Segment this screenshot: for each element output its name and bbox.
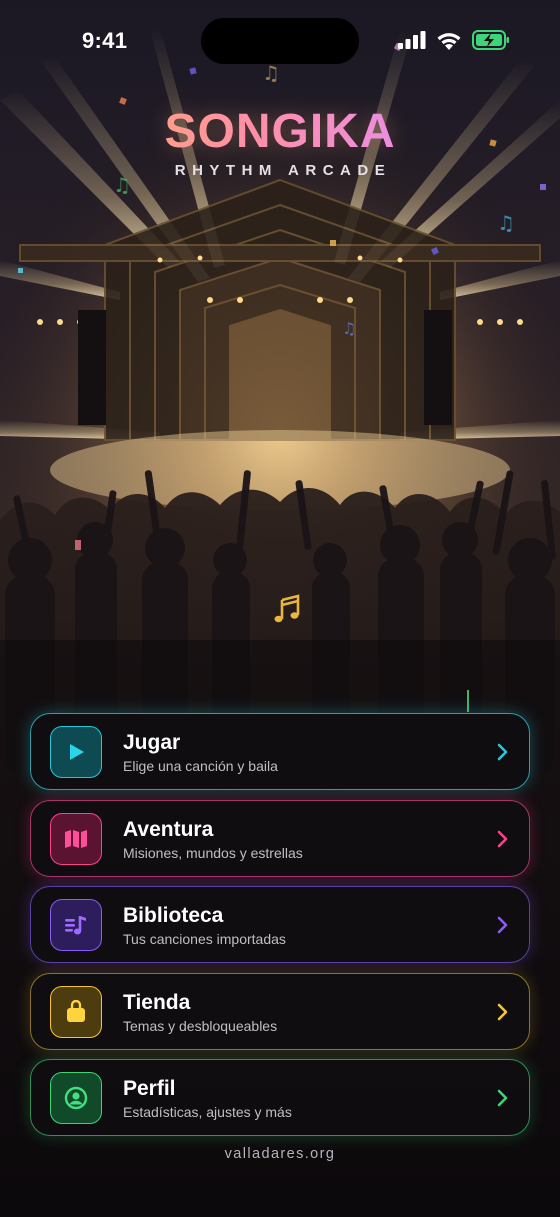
footer-link[interactable]: valladares.org bbox=[0, 1146, 560, 1162]
map-icon bbox=[65, 829, 87, 848]
menu-item-biblioteca[interactable]: Biblioteca Tus canciones importadas bbox=[30, 886, 530, 963]
cellular-signal-icon bbox=[398, 31, 426, 49]
menu-item-label: Perfil bbox=[123, 1077, 176, 1100]
menu-item-label: Jugar bbox=[123, 731, 181, 754]
app-logo-title: SONGIKA bbox=[0, 104, 560, 159]
menu-item-jugar[interactable]: Jugar Elige una canción y baila bbox=[30, 713, 530, 790]
menu-item-subtitle: Estadísticas, ajustes y más bbox=[123, 1104, 292, 1120]
app-logo-subtitle: RHYTHM ARCADE bbox=[174, 162, 392, 179]
chevron-right-icon bbox=[497, 1089, 508, 1107]
status-time: 9:41 bbox=[82, 28, 128, 53]
menu-item-subtitle: Tus canciones importadas bbox=[123, 931, 286, 947]
menu-item-tienda[interactable]: Tienda Temas y desbloqueables bbox=[30, 972, 530, 1050]
music-library-icon bbox=[65, 916, 86, 935]
menu-item-perfil[interactable]: Perfil Estadísticas, ajustes y más bbox=[30, 1059, 530, 1136]
main-menu: Jugar Elige una canción y baila Aventura… bbox=[30, 713, 530, 1146]
status-icons bbox=[398, 30, 510, 50]
menu-item-aventura[interactable]: Aventura Misiones, mundos y estrellas bbox=[30, 799, 530, 877]
chevron-right-icon bbox=[497, 830, 508, 847]
chevron-right-icon bbox=[497, 1003, 508, 1020]
music-note-icon bbox=[272, 594, 302, 629]
wifi-icon bbox=[437, 32, 461, 50]
dynamic-island bbox=[201, 18, 359, 64]
menu-item-subtitle: Misiones, mundos y estrellas bbox=[123, 844, 303, 861]
menu-item-label: Tienda bbox=[123, 990, 191, 1014]
chevron-right-icon bbox=[497, 743, 508, 761]
svg-text:♫: ♫ bbox=[342, 319, 356, 338]
profile-icon bbox=[64, 1086, 88, 1110]
menu-item-label: Aventura bbox=[123, 817, 214, 841]
menu-item-subtitle: Temas y desbloqueables bbox=[123, 1017, 278, 1034]
play-icon bbox=[70, 744, 84, 760]
shopping-bag-icon bbox=[67, 999, 85, 1022]
menu-item-subtitle: Elige una canción y baila bbox=[123, 758, 278, 774]
status-bar: 9:41 bbox=[0, 0, 560, 80]
menu-item-label: Biblioteca bbox=[123, 904, 224, 927]
battery-charging-icon bbox=[472, 30, 509, 50]
chevron-right-icon bbox=[497, 916, 508, 934]
svg-text:♫: ♫ bbox=[497, 211, 515, 235]
